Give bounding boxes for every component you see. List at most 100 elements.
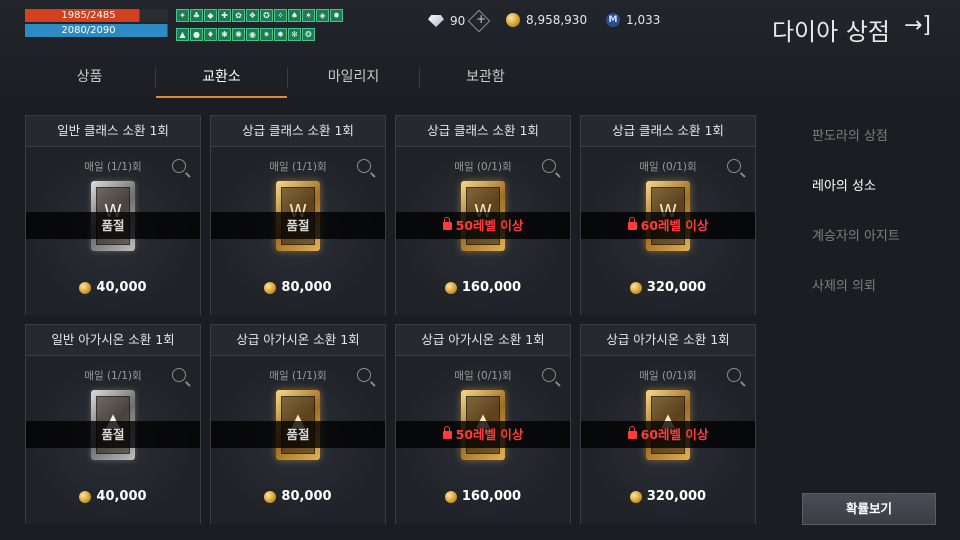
buff-icon[interactable]: ◉ — [246, 28, 259, 41]
item-price: 320,000 — [581, 489, 755, 504]
magnifier-icon[interactable] — [542, 159, 556, 173]
gold-currency: 8,958,930 — [506, 13, 587, 27]
magnifier-icon[interactable] — [727, 368, 741, 382]
item-price: 80,000 — [211, 280, 385, 295]
item-status: 60레벨 이상 — [581, 212, 755, 239]
diamond-icon — [428, 15, 444, 27]
buff-icon[interactable]: ✸ — [274, 28, 287, 41]
diamond-amount: 90 — [450, 14, 466, 28]
hp-text: 1985/2485 — [61, 10, 116, 21]
buff-icons: ✦ ♣ ◆ ✚ ✿ ❖ ✪ ✧ ♠ ✶ ◈ ✹ ▲ ● ♦ ✱ ✺ ◉ ✷ ✸ ✼ ❂ — [176, 9, 346, 47]
item-status: 50레벨 이상 — [396, 212, 570, 239]
item-body: 매일 (1/1)회 W 품절 80,000 — [211, 147, 385, 315]
item-price: 40,000 — [26, 280, 200, 295]
buff-icon[interactable]: ✧ — [274, 9, 287, 22]
shop-item-card[interactable]: 상급 아가시온 소환 1회 매일 (0/1)회 ▲ 60레벨 이상 320,00… — [580, 324, 756, 524]
buff-icon[interactable]: ● — [190, 28, 203, 41]
shop-title: 다이아 상점 — [771, 18, 890, 46]
gold-coin-icon — [79, 281, 92, 294]
magnifier-icon[interactable] — [542, 368, 556, 382]
price-value: 160,000 — [461, 489, 522, 504]
status-text: 품절 — [286, 427, 310, 442]
gold-coin-icon — [444, 281, 457, 294]
buff-icon[interactable]: ✹ — [330, 9, 343, 22]
magnifier-icon[interactable] — [357, 159, 371, 173]
buff-icon[interactable]: ▲ — [176, 28, 189, 41]
mp-bar: 2080/2090 — [25, 24, 168, 37]
mileage-amount: 1,033 — [626, 13, 661, 27]
buff-icon[interactable]: ✚ — [218, 9, 231, 22]
shop-item-card[interactable]: 일반 아가시온 소환 1회 매일 (1/1)회 ▲ 품절 40,000 — [25, 324, 201, 524]
buff-icon[interactable]: ✪ — [260, 9, 273, 22]
exit-icon[interactable]: →] — [904, 10, 934, 42]
price-value: 320,000 — [646, 280, 707, 295]
status-text: 50레벨 이상 — [455, 218, 524, 233]
item-title: 일반 아가시온 소환 1회 — [26, 325, 200, 356]
magnifier-icon[interactable] — [357, 368, 371, 382]
item-status: 50레벨 이상 — [396, 421, 570, 448]
status-text: 품절 — [286, 218, 310, 233]
gold-coin-icon — [629, 281, 642, 294]
shop-item-card[interactable]: 상급 클래스 소환 1회 매일 (0/1)회 W 50레벨 이상 160,000 — [395, 115, 571, 315]
tab-1[interactable]: 교환소 — [156, 62, 287, 98]
buff-icon[interactable]: ✺ — [232, 28, 245, 41]
buff-icon[interactable]: ✶ — [302, 9, 315, 22]
tab-3[interactable]: 보관함 — [420, 62, 551, 98]
shop-item-card[interactable]: 상급 클래스 소환 1회 매일 (1/1)회 W 품절 80,000 — [210, 115, 386, 315]
item-body: 매일 (0/1)회 W 50레벨 이상 160,000 — [396, 147, 570, 315]
probability-button[interactable]: 확률보기 — [802, 493, 936, 525]
magnifier-icon[interactable] — [727, 159, 741, 173]
lock-icon — [627, 426, 637, 439]
buff-icon[interactable]: ✷ — [260, 28, 273, 41]
buff-icon[interactable]: ✦ — [176, 9, 189, 22]
add-diamond-icon[interactable] — [467, 9, 491, 33]
shop-item-card[interactable]: 일반 클래스 소환 1회 매일 (1/1)회 W 품절 40,000 — [25, 115, 201, 315]
magnifier-icon[interactable] — [172, 368, 186, 382]
item-body: 매일 (0/1)회 ▲ 60레벨 이상 320,000 — [581, 356, 755, 524]
gold-coin-icon — [629, 490, 642, 503]
lock-icon — [627, 217, 637, 230]
tab-bar: 상품 교환소 마일리지 보관함 — [24, 62, 551, 98]
buff-icon[interactable]: ✱ — [218, 28, 231, 41]
buff-icon[interactable]: ❖ — [246, 9, 259, 22]
item-body: 매일 (1/1)회 ▲ 품절 80,000 — [211, 356, 385, 524]
side-menu-item[interactable]: 계승자의 아지트 — [812, 227, 900, 277]
side-menu-item[interactable]: 판도라의 상점 — [812, 127, 900, 177]
item-status: 품절 — [26, 421, 200, 448]
item-body: 매일 (1/1)회 W 품절 40,000 — [26, 147, 200, 315]
mileage-icon: M — [606, 13, 620, 27]
mileage-currency: M 1,033 — [606, 13, 660, 27]
item-status: 품절 — [211, 421, 385, 448]
buff-icon[interactable]: ✼ — [288, 28, 301, 41]
side-menu-item[interactable]: 사제의 의뢰 — [812, 277, 900, 327]
item-title: 상급 아가시온 소환 1회 — [581, 325, 755, 356]
buff-icon[interactable]: ◈ — [316, 9, 329, 22]
buff-icon[interactable]: ♣ — [190, 9, 203, 22]
item-status: 품절 — [26, 212, 200, 239]
item-title: 상급 클래스 소환 1회 — [581, 116, 755, 147]
tab-0[interactable]: 상품 — [24, 62, 155, 98]
item-body: 매일 (1/1)회 ▲ 품절 40,000 — [26, 356, 200, 524]
buff-icon[interactable]: ❂ — [302, 28, 315, 41]
gold-coin-icon — [264, 490, 277, 503]
status-bars: 1985/2485 2080/2090 — [25, 9, 168, 39]
shop-item-card[interactable]: 상급 아가시온 소환 1회 매일 (0/1)회 ▲ 50레벨 이상 160,00… — [395, 324, 571, 524]
status-text: 50레벨 이상 — [455, 427, 524, 442]
hp-bar: 1985/2485 — [25, 9, 168, 22]
item-body: 매일 (0/1)회 W 60레벨 이상 320,000 — [581, 147, 755, 315]
tab-2[interactable]: 마일리지 — [288, 62, 419, 98]
buff-icon[interactable]: ✿ — [232, 9, 245, 22]
magnifier-icon[interactable] — [172, 159, 186, 173]
price-value: 80,000 — [281, 489, 332, 504]
gold-coin-icon — [444, 490, 457, 503]
buff-icon[interactable]: ◆ — [204, 9, 217, 22]
shop-item-card[interactable]: 상급 클래스 소환 1회 매일 (0/1)회 W 60레벨 이상 320,000 — [580, 115, 756, 315]
buff-icon[interactable]: ♦ — [204, 28, 217, 41]
item-title: 일반 클래스 소환 1회 — [26, 116, 200, 147]
gold-coin-icon — [79, 490, 92, 503]
price-value: 40,000 — [96, 280, 147, 295]
shop-item-card[interactable]: 상급 아가시온 소환 1회 매일 (1/1)회 ▲ 품절 80,000 — [210, 324, 386, 524]
buff-icon[interactable]: ♠ — [288, 9, 301, 22]
item-price: 160,000 — [396, 280, 570, 295]
side-menu-item[interactable]: 레아의 성소 — [812, 177, 900, 227]
